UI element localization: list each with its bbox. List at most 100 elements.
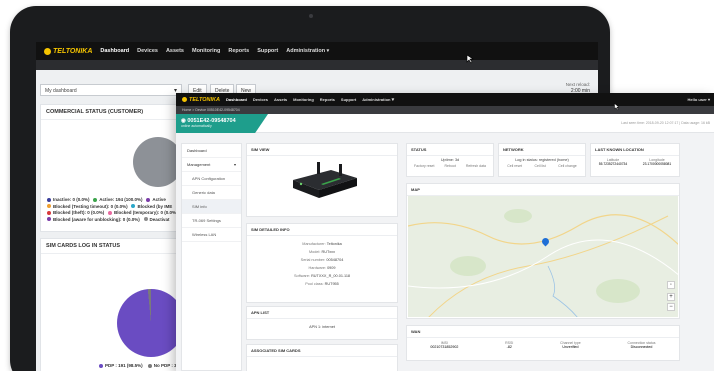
logo-mark-icon: [182, 97, 187, 102]
sim-detailed-info-card: SIM DETAILED INFO Manufacturer: Teltonik…: [246, 223, 398, 303]
legend-item: Active: 194 (100.0%): [93, 197, 143, 202]
mouse-cursor-icon: [466, 54, 474, 64]
device-header: ◉ 0051E42-09548704 online automatically …: [176, 114, 714, 133]
menu-sim-info[interactable]: SIM info: [182, 200, 241, 214]
logo[interactable]: TELTONIKA: [44, 47, 93, 55]
info-key: Hardware:: [308, 266, 326, 270]
nav-monitoring[interactable]: Monitoring: [293, 97, 314, 102]
logo[interactable]: TELTONIKA: [182, 97, 220, 103]
menu-tr069-settings[interactable]: TR-069 Settings: [182, 214, 241, 228]
sim-view-card: SIM VIEW: [246, 143, 398, 217]
top-nav: TELTONIKA Dashboard Devices Assets Monit…: [36, 42, 598, 60]
nav-dashboard[interactable]: Dashboard: [100, 48, 129, 54]
router-device-image: [293, 162, 357, 198]
factory-reset-button[interactable]: Factory reset: [414, 164, 434, 168]
legend-dot: [143, 217, 148, 222]
wan-imsi: IMSI 00210731852902: [430, 341, 458, 349]
latitude-value: 55.7235272440734: [598, 162, 628, 166]
info-row: Manufacturer: Teltonika: [247, 240, 397, 248]
wan-value: Unverified: [562, 345, 579, 349]
nav-assets[interactable]: Assets: [274, 97, 287, 102]
cell-list-button[interactable]: Cell list: [535, 164, 546, 168]
card-title: STATUS: [407, 144, 493, 156]
nav-monitoring[interactable]: Monitoring: [192, 48, 220, 54]
info-value: RUT955: [324, 282, 339, 286]
sim-log-pie: [117, 289, 185, 357]
nav-devices[interactable]: Devices: [253, 97, 268, 102]
chevron-down-icon: ▾: [707, 97, 710, 102]
dashboard-select-value: My dashboard: [45, 88, 77, 94]
zoom-out-button[interactable]: −: [667, 303, 675, 311]
legend-item: Deactivat: [143, 217, 170, 222]
nav-administration[interactable]: Administration ▾: [286, 48, 329, 54]
top-nav: TELTONIKA Dashboard Devices Assets Monit…: [176, 93, 714, 106]
legend-item: Blocked (by IME: [131, 204, 172, 209]
legend-dot: [47, 217, 51, 222]
legend-dot: [131, 204, 136, 209]
refresh-data-button[interactable]: Refresh data: [466, 164, 486, 168]
nav-administration-label: Administration: [362, 96, 391, 102]
mouse-cursor-icon: [614, 103, 620, 111]
nav-reports[interactable]: Reports: [320, 97, 335, 102]
breadcrumb[interactable]: Home > Device 00510E42-09548704: [176, 106, 714, 114]
legend-label: Inactive: 0 (0.0%): [53, 197, 90, 202]
nav-assets[interactable]: Assets: [166, 48, 184, 54]
user-menu[interactable]: Hello user ▾: [688, 97, 710, 102]
menu-wireless-lan[interactable]: Wireless LAN: [182, 228, 241, 242]
info-key: Manufacturer:: [302, 242, 326, 246]
menu-management-label: Management: [187, 162, 211, 167]
sub-bar: [36, 60, 598, 70]
logo-text: TELTONIKA: [189, 96, 220, 103]
nav-administration-label: Administration: [286, 48, 326, 54]
info-row: Model: RUTxxx: [247, 248, 397, 256]
legend-label: PDP : 191 (98.5%): [105, 363, 143, 368]
zoom-in-button[interactable]: +: [667, 293, 675, 301]
legend-dot: [93, 197, 98, 202]
info-key: Serial number:: [300, 258, 326, 262]
cell-change-button[interactable]: Cell change: [558, 164, 576, 168]
device-window: TELTONIKA Dashboard Devices Assets Monit…: [176, 93, 714, 371]
map-locate-button[interactable]: ◦: [667, 281, 675, 289]
wan-channel: Channel type Unverified: [560, 341, 581, 349]
nav-dashboard[interactable]: Dashboard: [226, 97, 247, 102]
legend-dot: [108, 210, 113, 215]
legend-dot: [47, 204, 51, 209]
nav-support[interactable]: Support: [257, 48, 278, 54]
info-row: Hardware: 0909: [247, 264, 397, 272]
wan-value: Disconnected: [630, 345, 653, 349]
logo-mark-icon: [44, 47, 51, 55]
nav-devices[interactable]: Devices: [137, 48, 158, 54]
wan-values: IMSI 00210731852902 RSSI -82 Channel type U…: [407, 338, 679, 349]
logo-text: TELTONIKA: [53, 47, 93, 55]
menu-management[interactable]: Management ▾: [182, 158, 241, 172]
network-card: NETWORK Log in status: registered (home)…: [498, 143, 586, 177]
nav-administration[interactable]: Administration ▾: [362, 97, 394, 103]
menu-apn-configuration[interactable]: APN Configuration: [182, 172, 241, 186]
reboot-button[interactable]: Reboot: [445, 164, 456, 168]
location-values: Latitude 55.7235272440734 Longitude 23.170…: [591, 156, 679, 166]
sim-log-legend: PDP : 191 (98.5%) No PDP : 3 (1: [99, 363, 182, 370]
cell-reset-button[interactable]: Cell reset: [507, 164, 522, 168]
chevron-down-icon: ▾: [326, 48, 330, 54]
legend-item: Blocked (aware for unblocking): 0 (0.0%): [47, 217, 140, 222]
map-view[interactable]: ◦ + −: [408, 196, 678, 317]
legend-dot: [47, 210, 51, 215]
info-value: RUTxxx: [321, 250, 335, 254]
webcam: [309, 14, 313, 18]
menu-dashboard[interactable]: Dashboard: [182, 144, 241, 158]
legend-item: Blocked (temporary): 0 (0.0%): [108, 210, 178, 215]
login-status: Log in status: registered (home): [515, 158, 569, 162]
nav-support[interactable]: Support: [341, 97, 356, 102]
last-known-location-card: LAST KNOWN LOCATION Latitude 55.723527244…: [590, 143, 680, 177]
legend-item: Blocked (Testing timeout): 0 (0.0%): [47, 204, 128, 209]
menu-generic-data[interactable]: Generic data: [182, 186, 241, 200]
info-value: 00548704: [326, 258, 344, 262]
wan-connection: Connection status Disconnected: [628, 341, 656, 349]
dashboard-select[interactable]: My dashboard ▾: [40, 84, 182, 96]
info-row: Software: RUTXXX_R_00.01.118: [247, 272, 397, 280]
card-title: WAN: [407, 326, 679, 338]
map-terrain: [408, 196, 678, 317]
legend-item: Inactive: 0 (0.0%): [47, 197, 90, 202]
legend-item: Blocked (theft): 0 (0.0%): [47, 210, 104, 215]
nav-reports[interactable]: Reports: [228, 48, 249, 54]
